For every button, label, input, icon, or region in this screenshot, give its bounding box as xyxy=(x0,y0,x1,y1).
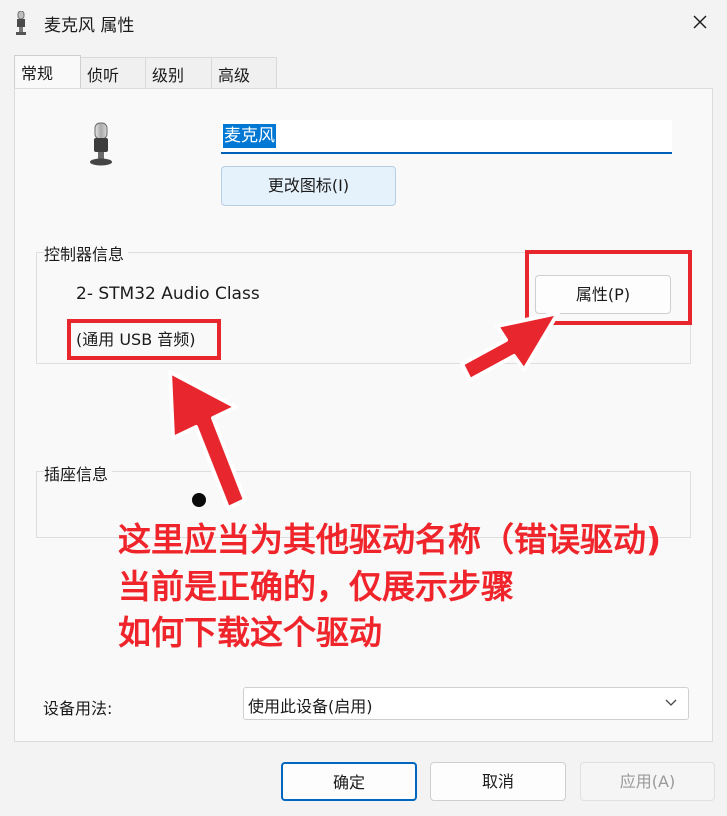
tab-label: 常规 xyxy=(21,64,54,83)
ok-button[interactable]: 确定 xyxy=(281,762,417,801)
close-icon[interactable] xyxy=(680,5,720,41)
controller-info-label: 控制器信息 xyxy=(44,241,129,265)
highlight-box-properties xyxy=(525,250,692,325)
device-name-input[interactable]: 麦克风 xyxy=(221,120,672,154)
tab-general[interactable]: 常规 xyxy=(14,55,81,88)
tab-label: 侦听 xyxy=(87,66,120,85)
window-title: 麦克风 属性 xyxy=(44,16,135,36)
annotation-line-1: 这里应当为其他驱动名称（错误驱动) xyxy=(118,520,662,559)
change-icon-button[interactable]: 更改图标(I) xyxy=(221,166,396,206)
tab-label: 级别 xyxy=(152,66,185,85)
apply-button[interactable]: 应用(A) xyxy=(580,762,715,801)
properties-dialog: 麦克风 属性 常规 侦听 级别 高级 麦克风 更改图标(I) 控制器信息 2- … xyxy=(0,0,727,816)
mouse-cursor-dot xyxy=(192,493,206,507)
annotation-line-2: 当前是正确的，仅展示步骤 xyxy=(118,567,514,606)
jack-info-label: 插座信息 xyxy=(44,461,113,485)
tab-levels[interactable]: 级别 xyxy=(145,57,212,88)
microphone-icon xyxy=(16,11,26,35)
annotation-line-3: 如何下载这个驱动 xyxy=(118,613,382,652)
chevron-down-icon xyxy=(665,699,677,706)
microphone-icon xyxy=(90,122,112,166)
tab-advanced[interactable]: 高级 xyxy=(211,57,277,88)
cancel-button[interactable]: 取消 xyxy=(430,762,566,801)
tab-listen[interactable]: 侦听 xyxy=(80,57,146,88)
device-usage-value: 使用此设备(启用) xyxy=(248,697,373,716)
tab-label: 高级 xyxy=(218,66,251,85)
device-name-value: 麦克风 xyxy=(223,124,276,148)
device-usage-select[interactable]: 使用此设备(启用) xyxy=(243,687,689,720)
highlight-box-driver xyxy=(67,319,221,360)
controller-name: 2- STM32 Audio Class xyxy=(76,284,260,304)
device-usage-label: 设备用法: xyxy=(43,699,113,718)
title-bar: 麦克风 属性 xyxy=(0,0,727,46)
